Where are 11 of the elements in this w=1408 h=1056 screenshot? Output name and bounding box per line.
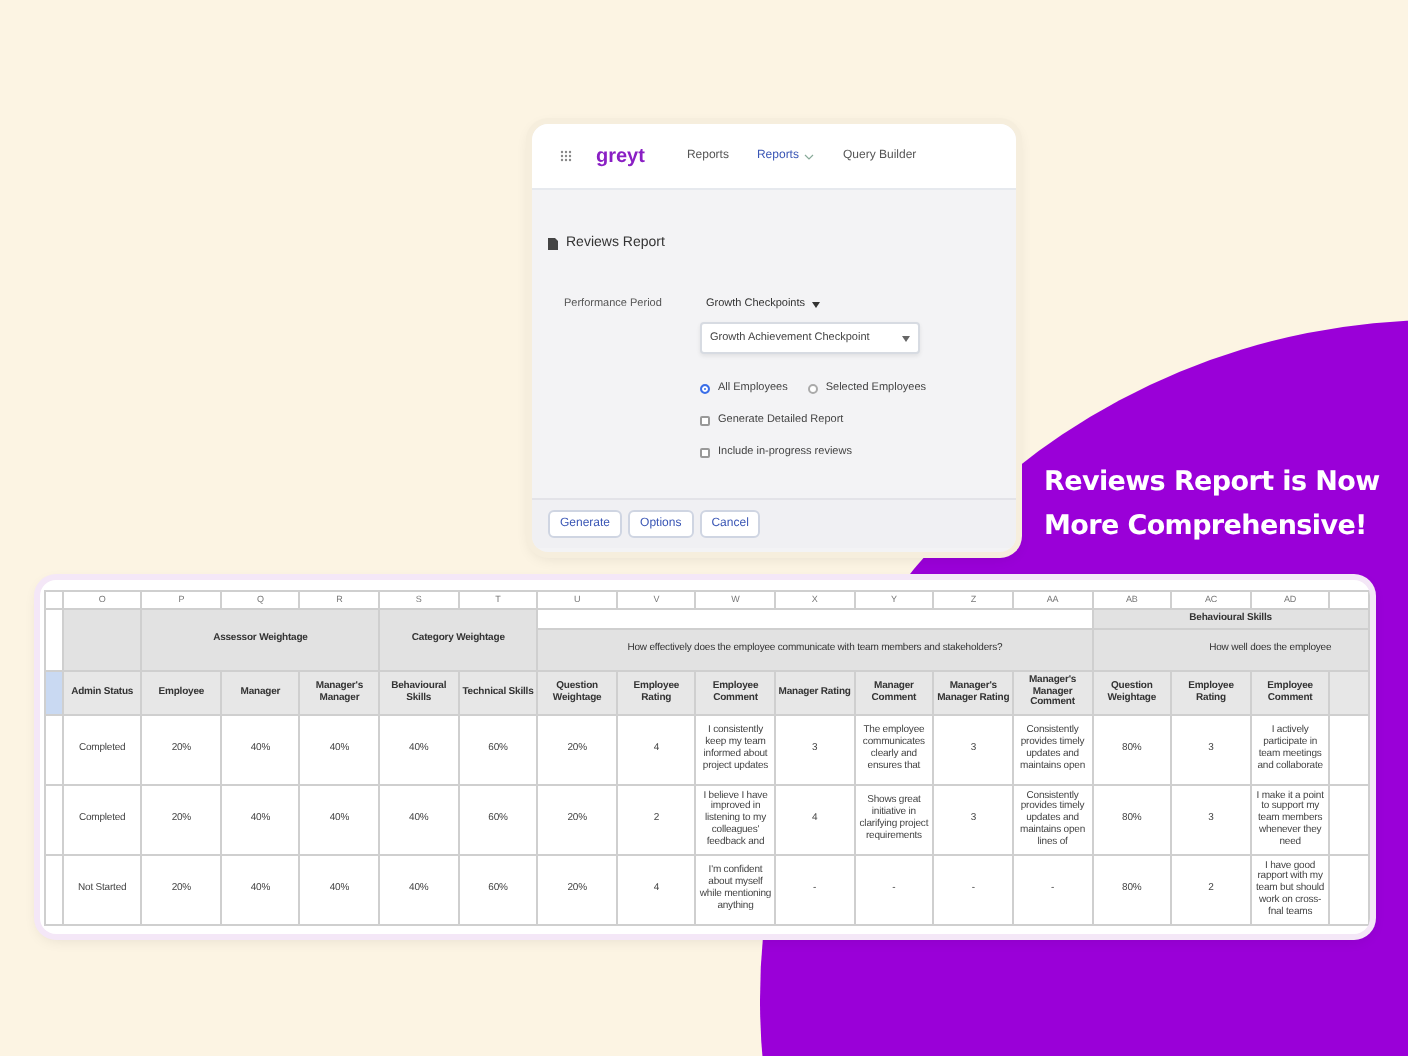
- radio-button[interactable]: [807, 383, 818, 393]
- checkbox[interactable]: [700, 415, 710, 425]
- caret-icon: [811, 301, 820, 307]
- grid-menu-icon[interactable]: [560, 150, 572, 162]
- headline: Reviews Report is Now: [1044, 464, 1380, 502]
- document-icon: [548, 237, 558, 249]
- checkbox[interactable]: [700, 447, 710, 457]
- headline: More Comprehensive!: [1044, 508, 1369, 546]
- app-logo: greyt: [596, 145, 645, 167]
- caret-icon: [902, 335, 910, 341]
- radio-button[interactable]: [700, 383, 710, 393]
